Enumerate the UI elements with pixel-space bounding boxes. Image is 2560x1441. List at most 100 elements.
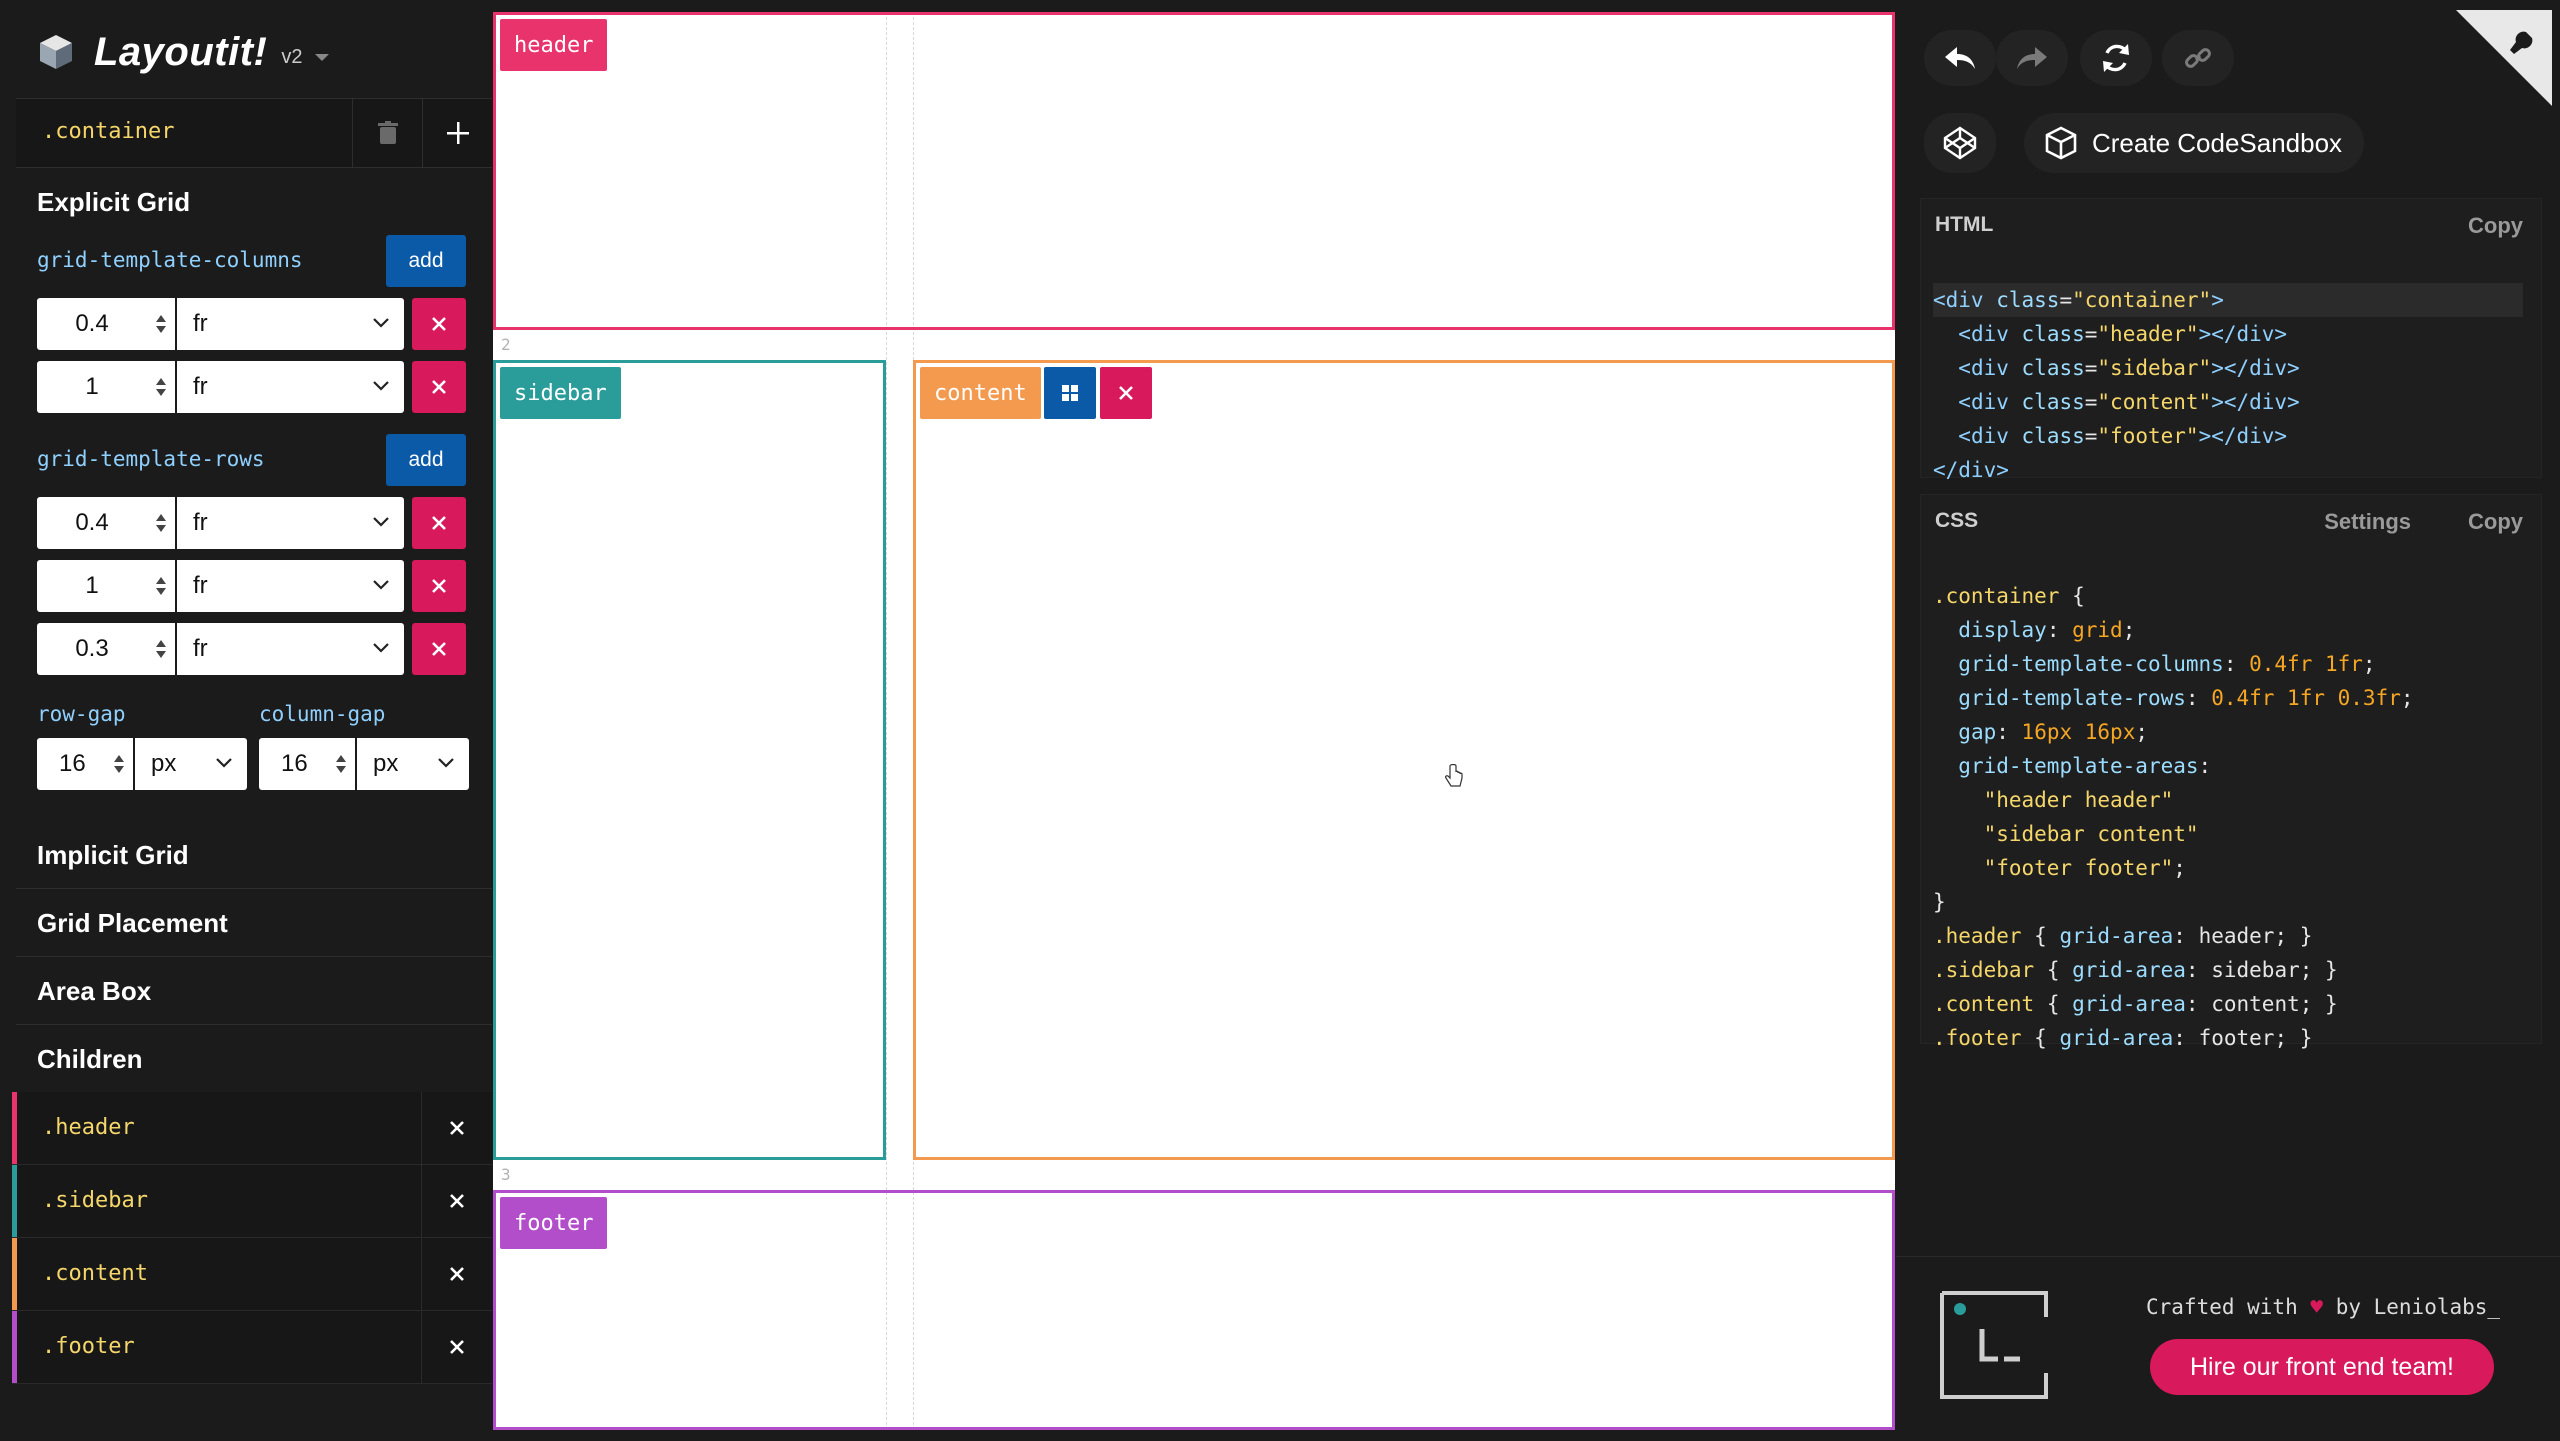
- header-area[interactable]: header: [493, 12, 1895, 330]
- css-settings-button[interactable]: Settings: [2324, 509, 2411, 535]
- app-version: v2: [281, 45, 303, 68]
- area-box-title: Area Box: [37, 976, 152, 1006]
- add-column-button[interactable]: add: [386, 235, 466, 287]
- explicit-grid-title[interactable]: Explicit Grid: [37, 187, 190, 218]
- child-color-bar: [12, 1092, 17, 1164]
- child-item-content[interactable]: .content: [12, 1238, 492, 1311]
- leniolabs-logo[interactable]: [1938, 1289, 2050, 1401]
- create-codesandbox-button[interactable]: Create CodeSandbox: [2024, 113, 2364, 173]
- html-panel: HTML Copy <div class="container"> <div c…: [1920, 198, 2542, 482]
- app-logo[interactable]: Layoutit! v2: [36, 24, 329, 80]
- remove-row-button[interactable]: [412, 497, 466, 549]
- codesandbox-icon: [2045, 126, 2077, 160]
- content-area[interactable]: content: [913, 360, 1895, 1160]
- chevron-down-icon: [373, 381, 389, 391]
- row-value-input[interactable]: 0.3: [37, 623, 175, 675]
- plus-icon: [447, 122, 469, 144]
- add-container-button[interactable]: [422, 99, 493, 167]
- add-row-button[interactable]: add: [386, 434, 466, 486]
- spinner-icon[interactable]: [155, 574, 167, 598]
- spinner-icon[interactable]: [113, 752, 125, 776]
- grid-edit-button[interactable]: [1044, 367, 1096, 419]
- spinner-icon[interactable]: [155, 637, 167, 661]
- area-box-section[interactable]: Area Box: [16, 956, 492, 1025]
- reset-button[interactable]: [2080, 30, 2152, 86]
- copy-html-button[interactable]: Copy: [2468, 213, 2523, 239]
- share-link-button[interactable]: [2162, 30, 2234, 86]
- row-unit-select[interactable]: fr: [177, 623, 404, 675]
- chevron-down-icon: [373, 318, 389, 328]
- copy-css-button[interactable]: Copy: [2468, 509, 2523, 535]
- column-unit-select[interactable]: fr: [177, 298, 404, 350]
- row-number: 2: [501, 335, 511, 354]
- child-item-header[interactable]: .header: [12, 1092, 492, 1165]
- column-gap-input[interactable]: 16: [259, 738, 355, 790]
- close-icon: [1119, 386, 1133, 400]
- children-section[interactable]: Children: [16, 1024, 492, 1093]
- link-icon: [2185, 48, 2211, 68]
- row-unit-select[interactable]: fr: [177, 560, 404, 612]
- child-color-bar: [12, 1238, 17, 1310]
- child-name: .sidebar: [42, 1188, 148, 1213]
- css-code[interactable]: .container { display: grid; grid-templat…: [1933, 545, 2523, 1055]
- remove-column-button[interactable]: [412, 361, 466, 413]
- close-icon: [450, 1340, 464, 1354]
- remove-area-button[interactable]: [1100, 367, 1152, 419]
- remove-child-button[interactable]: [421, 1311, 492, 1383]
- column-unit-select[interactable]: fr: [177, 361, 404, 413]
- children-title: Children: [37, 1044, 143, 1074]
- footer-tag[interactable]: footer: [500, 1197, 608, 1249]
- codepen-button[interactable]: [1924, 113, 1996, 173]
- container-selector[interactable]: .container: [16, 98, 492, 168]
- remove-child-button[interactable]: [421, 1165, 492, 1237]
- undo-button[interactable]: [1924, 30, 1996, 86]
- css-panel-title: CSS: [1935, 509, 1979, 532]
- remove-row-button[interactable]: [412, 560, 466, 612]
- spinner-icon[interactable]: [335, 752, 347, 776]
- row-value-input[interactable]: 1: [37, 560, 175, 612]
- child-item-sidebar[interactable]: .sidebar: [12, 1165, 492, 1238]
- redo-button[interactable]: [1996, 30, 2068, 86]
- html-code[interactable]: <div class="container"> <div class="head…: [1933, 249, 2523, 487]
- hand-cursor-icon: [1445, 764, 1463, 787]
- close-icon: [450, 1194, 464, 1208]
- remove-column-button[interactable]: [412, 298, 466, 350]
- cube-icon: [40, 35, 72, 69]
- row-value-input[interactable]: 0.4: [37, 497, 175, 549]
- row-gap-unit-select[interactable]: px: [135, 738, 247, 790]
- spinner-icon[interactable]: [155, 511, 167, 535]
- close-icon: [432, 642, 446, 656]
- content-tag[interactable]: content: [920, 367, 1041, 419]
- heart-icon: ♥: [2310, 1295, 2324, 1319]
- child-color-bar: [12, 1311, 17, 1383]
- remove-child-button[interactable]: [421, 1238, 492, 1310]
- caret-down-icon[interactable]: [314, 52, 329, 62]
- row-gap-input[interactable]: 16: [37, 738, 133, 790]
- html-panel-title: HTML: [1935, 213, 1994, 236]
- implicit-grid-section[interactable]: Implicit Grid: [16, 820, 492, 889]
- remove-row-button[interactable]: [412, 623, 466, 675]
- hire-team-button[interactable]: Hire our front end team!: [2150, 1339, 2494, 1395]
- header-tag[interactable]: header: [500, 19, 608, 71]
- child-name: .content: [42, 1261, 148, 1286]
- column-value-input[interactable]: 0.4: [37, 298, 175, 350]
- child-item-footer[interactable]: .footer: [12, 1311, 492, 1384]
- delete-container-button[interactable]: [352, 99, 423, 167]
- column-gap-unit-select[interactable]: px: [357, 738, 469, 790]
- row-gap-label: row-gap: [37, 702, 126, 726]
- row-unit-select[interactable]: fr: [177, 497, 404, 549]
- column-value-input[interactable]: 1: [37, 361, 175, 413]
- close-icon: [450, 1267, 464, 1281]
- footer-area[interactable]: footer: [493, 1190, 1895, 1430]
- github-corner-icon[interactable]: [2456, 10, 2552, 106]
- spinner-icon[interactable]: [155, 312, 167, 336]
- grid-placement-section[interactable]: Grid Placement: [16, 888, 492, 957]
- chevron-down-icon: [373, 517, 389, 527]
- remove-child-button[interactable]: [421, 1092, 492, 1164]
- sidebar-area[interactable]: sidebar: [493, 360, 886, 1160]
- sidebar-tag[interactable]: sidebar: [500, 367, 621, 419]
- spinner-icon[interactable]: [155, 375, 167, 399]
- column-row: 1 fr: [37, 361, 466, 413]
- column-row: 0.4 fr: [37, 298, 466, 350]
- grid-canvas[interactable]: header 2 sidebar content 3 footer: [493, 12, 1895, 1430]
